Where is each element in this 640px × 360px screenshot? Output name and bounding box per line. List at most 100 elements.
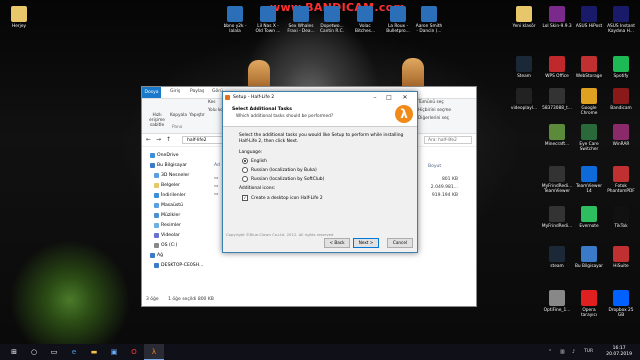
desktop-icon-wps[interactable]: WPS Office xyxy=(540,56,574,79)
forward-arrow-icon[interactable]: → xyxy=(156,136,161,143)
radio-russian-buka[interactable]: Russian (localization by Buka) xyxy=(242,167,317,173)
nav-item-4[interactable]: İndirilenler xyxy=(154,193,186,198)
nav-item-11[interactable]: DESKTOP-CE0SH... xyxy=(154,263,203,268)
desktop-icon-teamviewer[interactable]: TeamViewer 14 xyxy=(572,166,606,194)
desktop-icon-eyecare[interactable]: Eye Care Switcher xyxy=(572,124,606,152)
nav-item-5[interactable]: Masaüstü xyxy=(154,203,183,208)
desktop-icon-hisuite[interactable]: HiSuite xyxy=(604,246,638,269)
radio-russian-buka-circle[interactable] xyxy=(242,167,248,173)
desktop-icon-laroux[interactable]: La Roux - Bulletpro... xyxy=(381,6,415,34)
copy-button[interactable]: Kopyala xyxy=(170,113,187,118)
store-icon[interactable]: ▣ xyxy=(104,344,124,360)
nav-item-0[interactable]: OneDrive xyxy=(150,153,179,158)
desktop-icon-chrome[interactable]: Google Chrome xyxy=(572,88,606,116)
file-row-2-icon[interactable]: ▭ xyxy=(214,184,218,189)
pin-quick-access-button[interactable]: Hızlı erişime sabitle xyxy=(145,113,169,128)
desktop-icon-yeniklasor[interactable]: Yeni klasör xyxy=(507,6,541,29)
desktop-icon-volac[interactable]: Volac Bitches... xyxy=(348,6,382,34)
up-arrow-icon[interactable]: ↑ xyxy=(166,136,171,143)
task-view-icon[interactable]: ▭ xyxy=(44,344,64,360)
desktop-icon-videoplayer[interactable]: videoplayl... xyxy=(507,88,541,111)
nav-item-3[interactable]: Belgeler xyxy=(154,183,180,188)
cut-button[interactable]: Kes xyxy=(208,100,216,105)
radio-russian-softclub[interactable]: Russian (localization by SoftClub) xyxy=(242,176,324,182)
close-icon[interactable]: ✕ xyxy=(399,92,411,103)
desktop-icon-bubilgisayar[interactable]: Bu Bilgisayar xyxy=(572,246,606,269)
desktop-icon-bbno[interactable]: bbno y2k - lalala xyxy=(218,6,252,34)
start-windows-icon[interactable]: ⊞ xyxy=(4,344,24,360)
nav-item-1[interactable]: Bu Bilgisayar xyxy=(150,163,187,168)
volume-icon[interactable]: ♪ xyxy=(572,344,575,360)
desktop-icon-steam[interactable]: Steam xyxy=(507,56,541,79)
taskbar-clock[interactable]: 16:17 20.07.2019 xyxy=(606,346,632,358)
desktop-icon-lilnas[interactable]: Lil Nas X - Old Town ... xyxy=(251,6,285,34)
search-input[interactable]: Ara: half-life2 xyxy=(424,136,472,144)
select-all-button[interactable]: Tümünü seç xyxy=(418,100,444,105)
desktop-icon-winrar[interactable]: WinRAR xyxy=(604,124,638,147)
setup-dialog[interactable]: Setup - Half-Life 2 – □ ✕ Select Additio… xyxy=(222,91,418,253)
desktop-icon-asushipost[interactable]: ASUS HiPost xyxy=(572,6,606,29)
radio-english[interactable]: English xyxy=(242,158,267,164)
desktop-icon-steam2[interactable]: steam xyxy=(540,246,574,269)
desktop-icon-spotify[interactable]: Spotify xyxy=(604,56,638,79)
checkbox-box[interactable]: ✓ xyxy=(242,195,248,201)
desktop-icon-label: Sex Whales Fraxi - Dea... xyxy=(287,24,315,34)
paste-button[interactable]: Yapıştır xyxy=(188,113,206,118)
desktop-icon-opera[interactable]: Opera tarayıcı xyxy=(572,290,606,318)
network-icon[interactable]: ▥ xyxy=(560,344,565,360)
radio-russian-softclub-circle[interactable] xyxy=(242,176,248,182)
cancel-button[interactable]: Cancel xyxy=(387,238,413,248)
maximize-icon[interactable]: □ xyxy=(383,92,395,103)
desktop-icon-dropbox[interactable]: Dropbox 25 GB xyxy=(604,290,638,318)
desktop-icon-tiktok[interactable]: TikTok xyxy=(604,206,638,229)
tab-file[interactable]: Dosya xyxy=(142,87,161,98)
search-icon[interactable]: ○ xyxy=(24,344,44,360)
desktop-icon-label: MyFrindRedi... xyxy=(541,224,573,229)
desktop-icon-webstorage[interactable]: WebStorage xyxy=(572,56,606,79)
back-arrow-icon[interactable]: ← xyxy=(146,136,151,143)
desktop-icon-asusinstant[interactable]: ASUS Instant Kaydına H... xyxy=(604,6,638,34)
dialog-titlebar[interactable]: Setup - Half-Life 2 – □ ✕ xyxy=(223,92,417,103)
back-button[interactable]: < Back xyxy=(324,238,350,248)
desktop-icon-friendred2[interactable]: MyFrindRedi... xyxy=(540,206,574,229)
opera-taskbar-icon[interactable]: O xyxy=(124,344,144,360)
desktop-icon-checkbox[interactable]: ✓ Create a desktop icon Half-Life 2 xyxy=(242,195,323,201)
desktop-icon-herjey[interactable]: Herjey xyxy=(2,6,36,29)
desktop-icon-aaron[interactable]: Aaron Smith - Dancin (... xyxy=(412,6,446,34)
nav-item-9[interactable]: OS (C:) xyxy=(154,243,177,248)
half-life-taskbar-icon[interactable]: λ xyxy=(144,344,164,360)
desktop-icon-sexwhales[interactable]: Sex Whales Fraxi - Dea... xyxy=(284,6,318,34)
invert-selection-button[interactable]: Diğerlerini seç xyxy=(418,116,449,121)
next-button[interactable]: Next > xyxy=(353,238,379,248)
desktop-icon-label: MyFrindRedi... TeamViewer xyxy=(541,184,573,194)
desktop-icon-evernote[interactable]: Evernote xyxy=(572,206,606,229)
radio-english-circle[interactable] xyxy=(242,158,248,164)
file-explorer-taskbar-icon[interactable]: ▬ xyxy=(84,344,104,360)
column-name-header[interactable]: Ad xyxy=(214,163,220,168)
desktop-icon-bandicam[interactable]: Bandicam xyxy=(604,88,638,111)
tab-home[interactable]: Giriş xyxy=(170,89,180,94)
nav-item-label: Masaüstü xyxy=(161,203,184,208)
nav-item-7[interactable]: Resimler xyxy=(154,223,181,228)
desktop-icon-minecraft[interactable]: Minecraft... xyxy=(540,124,574,147)
dialog-subheading: Which additional tasks should be perform… xyxy=(236,114,334,119)
select-none-button[interactable]: Hiçbirini seçme xyxy=(418,108,451,113)
nav-item-10[interactable]: Ağ xyxy=(150,253,163,258)
desktop-icon-lolskin[interactable]: Lol Skin-9.9.3 xyxy=(540,6,574,29)
desktop-icon-fotokraft[interactable]: Fotok PhantomPDF xyxy=(604,166,638,194)
nav-item-2[interactable]: 3D Nesneler xyxy=(154,173,189,178)
desktop-icon-friendred1[interactable]: MyFrindRedi... TeamViewer xyxy=(540,166,574,194)
file-row-3-icon[interactable]: ▭ xyxy=(214,192,218,197)
column-size-header[interactable]: Boyut xyxy=(428,164,441,169)
minimize-icon[interactable]: – xyxy=(369,92,381,103)
nav-item-8[interactable]: Videolar xyxy=(154,233,180,238)
file-row-1-icon[interactable]: ▭ xyxy=(214,176,218,181)
desktop-icon-dopetwo[interactable]: Dopetwo... Cantin R.C. xyxy=(315,6,349,34)
desktop-icon-optifine[interactable]: OptiFine_1... xyxy=(540,290,574,313)
edge-icon[interactable]: e xyxy=(64,344,84,360)
nav-item-6[interactable]: Müzikler xyxy=(154,213,180,218)
tray-chevron-icon[interactable]: ⌃ xyxy=(548,344,552,360)
desktop-icon-n58[interactable]: 58373088_t... xyxy=(540,88,574,111)
language-indicator[interactable]: TUR xyxy=(584,344,593,360)
tab-share[interactable]: Paylaş xyxy=(190,89,204,94)
